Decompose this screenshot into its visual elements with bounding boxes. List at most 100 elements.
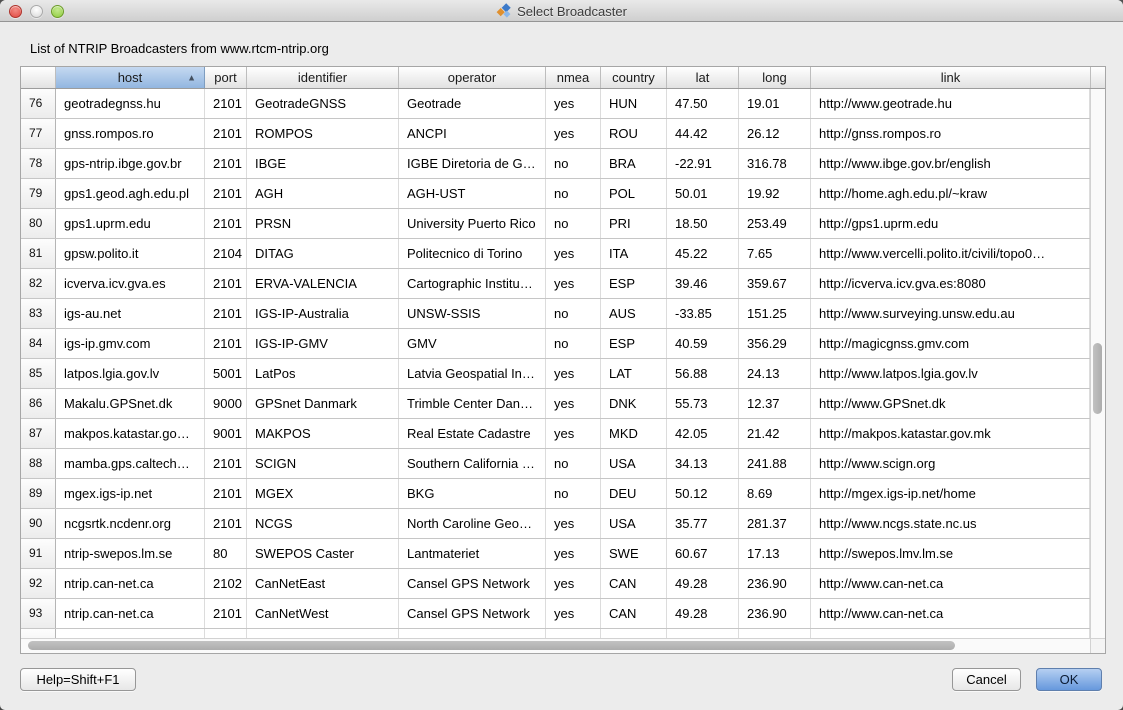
cell-port[interactable]: 2101 [205, 269, 247, 298]
cell-link[interactable]: http://mgex.igs-ip.net/home [811, 479, 1090, 508]
cell-rownum[interactable]: 82 [21, 269, 56, 298]
cell-long[interactable]: 19.92 [739, 179, 811, 208]
cell-lat[interactable]: 50.12 [667, 479, 739, 508]
cell-long[interactable]: 356.29 [739, 329, 811, 358]
cell-link[interactable]: http://gps1.uprm.edu [811, 209, 1090, 238]
cell-port[interactable]: 2102 [205, 569, 247, 598]
cell-port[interactable]: 2101 [205, 179, 247, 208]
cell-identifier[interactable]: NCGS [247, 509, 399, 538]
cell-country[interactable]: BRA [601, 149, 667, 178]
cell-rownum[interactable]: 89 [21, 479, 56, 508]
cell-port[interactable]: 2101 [205, 209, 247, 238]
vertical-scrollbar[interactable] [1090, 89, 1105, 638]
cell-country[interactable]: AUS [601, 299, 667, 328]
cell-nmea[interactable]: no [546, 479, 601, 508]
cell-port[interactable]: 2101 [205, 509, 247, 538]
cell-lat[interactable]: 56.88 [667, 359, 739, 388]
column-header-lat[interactable]: lat [667, 67, 739, 88]
table-row[interactable]: 85latpos.lgia.gov.lv5001LatPosLatvia Geo… [21, 359, 1090, 389]
cell-country[interactable]: USA [601, 629, 667, 638]
cell-lat[interactable]: 49.28 [667, 569, 739, 598]
cell-rownum[interactable]: 85 [21, 359, 56, 388]
help-button[interactable]: Help=Shift+F1 [20, 668, 136, 691]
cell-link[interactable]: http://www.ncgs.state.nc.us [811, 509, 1090, 538]
cell-nmea[interactable]: yes [546, 569, 601, 598]
table-row[interactable]: 76geotradegnss.hu2101GeotradeGNSSGeotrad… [21, 89, 1090, 119]
cell-identifier[interactable]: ERVA-VALENCIA [247, 269, 399, 298]
cell-link[interactable]: http://magicgnss.gmv.com [811, 329, 1090, 358]
cell-link[interactable]: http://www.scign.org [811, 449, 1090, 478]
cell-nmea[interactable]: no [546, 209, 601, 238]
cell-operator[interactable]: Latvia Geospatial In… [399, 359, 546, 388]
cell-operator[interactable]: North Caroline Geo… [399, 509, 546, 538]
cell-country[interactable]: USA [601, 449, 667, 478]
cell-long[interactable]: 253.49 [739, 209, 811, 238]
cell-operator[interactable]: University Puerto Rico [399, 209, 546, 238]
table-row[interactable]: 92ntrip.can-net.ca2102CanNetEastCansel G… [21, 569, 1090, 599]
cell-identifier[interactable]: LatPos [247, 359, 399, 388]
cell-port[interactable]: 2101 [205, 89, 247, 118]
cell-nmea[interactable]: yes [546, 509, 601, 538]
table-row[interactable]: 80gps1.uprm.edu2101PRSNUniversity Puerto… [21, 209, 1090, 239]
cell-identifier[interactable]: CanNetWest [247, 599, 399, 628]
column-header-host[interactable]: host▲ [56, 67, 205, 88]
table-row[interactable]: 81gpsw.polito.it2104DITAGPolitecnico di … [21, 239, 1090, 269]
cell-lat[interactable]: 44.42 [667, 119, 739, 148]
column-header-long[interactable]: long [739, 67, 811, 88]
cell-long[interactable]: 26.12 [739, 119, 811, 148]
cell-country[interactable]: MKD [601, 419, 667, 448]
cell-operator[interactable]: Real Estate Cadastre [399, 419, 546, 448]
cell-link[interactable]: http://www.geotrade.hu [811, 89, 1090, 118]
table-row[interactable]: 78gps-ntrip.ibge.gov.br2101IBGEIGBE Dire… [21, 149, 1090, 179]
cell-host[interactable]: ntrip.can-net.ca [56, 569, 205, 598]
cell-long[interactable]: 236.90 [739, 599, 811, 628]
cell-port[interactable]: 9000 [205, 389, 247, 418]
cell-port[interactable]: 2104 [205, 239, 247, 268]
cell-link[interactable]: http://home.agh.edu.pl/~kraw [811, 179, 1090, 208]
cell-operator[interactable]: UNSW-SSIS [399, 299, 546, 328]
cell-long[interactable]: 281.37 [739, 509, 811, 538]
cell-host[interactable]: gps-ntrip.ibge.gov.br [56, 149, 205, 178]
table-row[interactable]: 86Makalu.GPSnet.dk9000GPSnet DanmarkTrim… [21, 389, 1090, 419]
cell-host[interactable]: Makalu.GPSnet.dk [56, 389, 205, 418]
cancel-button[interactable]: Cancel [952, 668, 1021, 691]
cell-lat[interactable]: 47.50 [667, 89, 739, 118]
cell-nmea[interactable]: yes [546, 89, 601, 118]
cell-identifier[interactable]: MAKPOS [247, 419, 399, 448]
cell-operator[interactable]: AGH-UST [399, 179, 546, 208]
cell-operator[interactable]: IGBE Diretoria de G… [399, 149, 546, 178]
cell-rownum[interactable]: 90 [21, 509, 56, 538]
horizontal-scrollbar-thumb[interactable] [28, 641, 955, 650]
cell-host[interactable]: ntrip… [56, 629, 205, 638]
cell-nmea[interactable]: yes [546, 599, 601, 628]
vertical-scrollbar-thumb[interactable] [1093, 343, 1102, 414]
cell-host[interactable]: ncgsrtk.ncdenr.org [56, 509, 205, 538]
cell-long[interactable]: 236.90 [739, 569, 811, 598]
cell-lat[interactable]: 60.67 [667, 539, 739, 568]
cell-lat[interactable]: 55.73 [667, 389, 739, 418]
cell-identifier[interactable]: IBGE [247, 149, 399, 178]
table-row[interactable]: 93ntrip.can-net.ca2101CanNetWestCansel G… [21, 599, 1090, 629]
table-body[interactable]: 76geotradegnss.hu2101GeotradeGNSSGeotrad… [21, 89, 1090, 638]
cell-identifier[interactable]: SWEPOS Caster [247, 539, 399, 568]
cell-long[interactable]: 24.13 [739, 359, 811, 388]
column-header-nmea[interactable]: nmea [546, 67, 601, 88]
cell-identifier[interactable]: IGS-IP-Australia [247, 299, 399, 328]
cell-nmea[interactable]: yes [546, 419, 601, 448]
cell-link[interactable]: http://www.can-net.ca [811, 599, 1090, 628]
cell-country[interactable]: CAN [601, 599, 667, 628]
cell-nmea[interactable]: yes [546, 359, 601, 388]
cell-lat[interactable]: 49.28 [667, 599, 739, 628]
cell-country[interactable]: CAN [601, 569, 667, 598]
cell-rownum[interactable]: 79 [21, 179, 56, 208]
cell-long[interactable]: 359.67 [739, 269, 811, 298]
column-header-identifier[interactable]: identifier [247, 67, 399, 88]
cell-country[interactable]: DEU [601, 479, 667, 508]
cell-operator[interactable]: Cansel GPS Network [399, 569, 546, 598]
cell-rownum[interactable]: 77 [21, 119, 56, 148]
cell-link[interactable]: http://makpos.katastar.gov.mk [811, 419, 1090, 448]
cell-link[interactable]: http://icverva.icv.gva.es:8080 [811, 269, 1090, 298]
cell-nmea[interactable]: yes [546, 269, 601, 298]
cell-link[interactable]: http://www.latpos.lgia.gov.lv [811, 359, 1090, 388]
cell-identifier[interactable]: MGEX [247, 479, 399, 508]
